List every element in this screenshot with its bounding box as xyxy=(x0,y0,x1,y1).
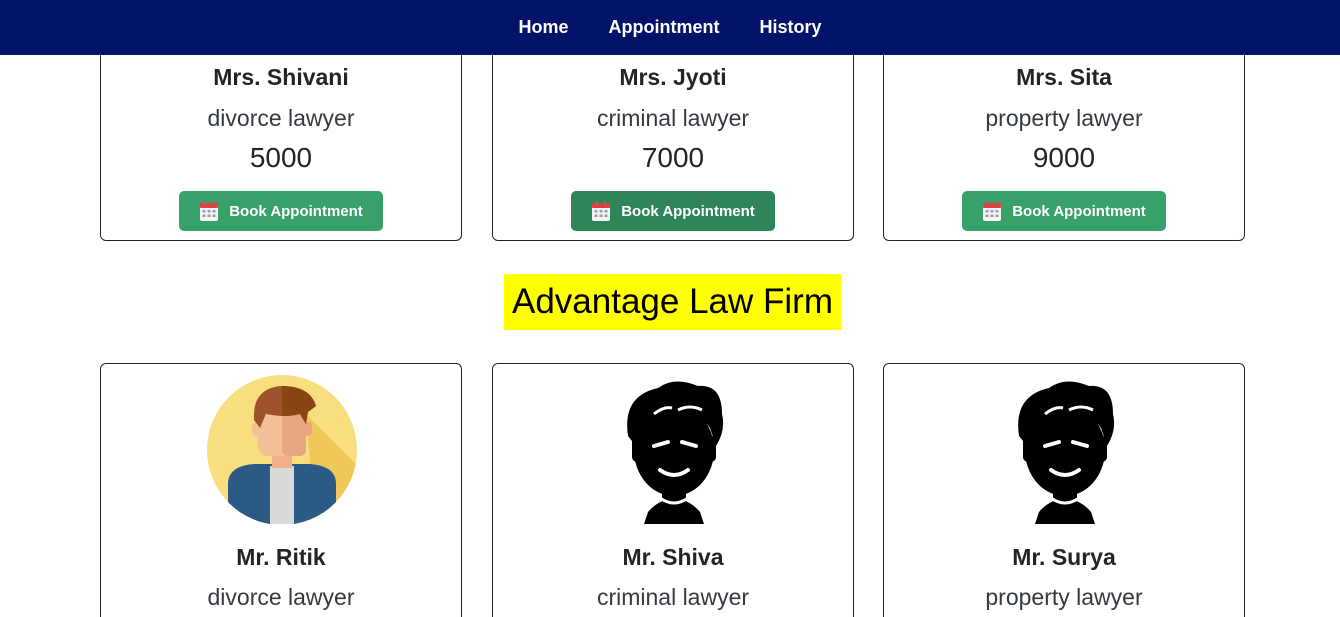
book-appointment-button[interactable]: Book Appointment xyxy=(571,191,775,231)
book-appointment-label: Book Appointment xyxy=(1012,202,1146,220)
lawyer-specialty: divorce lawyer xyxy=(207,584,355,610)
lawyer-fee: 7000 xyxy=(641,142,705,173)
lawyer-name: Mr. Ritik xyxy=(236,544,326,570)
nav-home-link[interactable]: Home xyxy=(518,17,568,38)
male-avatar-silhouette-icon xyxy=(1018,381,1115,524)
lawyer-fee: 5000 xyxy=(249,142,313,173)
lawyer-specialty: divorce lawyer xyxy=(207,105,355,131)
firm-title: Advantage Law Firm xyxy=(504,274,841,330)
lawyer-fee: 9000 xyxy=(1032,142,1096,173)
lawyer-card: Mrs. Jyoti criminal lawyer 7000 Book App… xyxy=(492,30,854,241)
lawyer-name: Mrs. Jyoti xyxy=(619,64,727,90)
calendar-icon xyxy=(983,201,1002,221)
lawyer-specialty: property lawyer xyxy=(985,584,1143,610)
male-avatar-colored-icon xyxy=(207,375,357,524)
nav-history-link[interactable]: History xyxy=(759,17,821,38)
lawyer-name: Mr. Surya xyxy=(1012,544,1116,570)
calendar-icon xyxy=(200,201,219,221)
lawyer-card: Mrs. Sita property lawyer 9000 Book Appo… xyxy=(883,30,1245,241)
lawyer-card: Mr. Ritik divorce lawyer xyxy=(100,363,462,617)
lawyer-specialty: criminal lawyer xyxy=(596,105,750,131)
lawyer-card: Mr. Surya property lawyer xyxy=(883,363,1245,617)
book-appointment-button[interactable]: Book Appointment xyxy=(179,191,383,231)
book-appointment-label: Book Appointment xyxy=(621,202,755,220)
lawyer-name: Mrs. Shivani xyxy=(213,64,349,90)
lawyer-name: Mrs. Sita xyxy=(1016,64,1112,90)
book-appointment-button[interactable]: Book Appointment xyxy=(962,191,1166,231)
book-appointment-label: Book Appointment xyxy=(229,202,363,220)
calendar-icon xyxy=(592,201,611,221)
lawyer-card: Mr. Shiva criminal lawyer xyxy=(492,363,854,617)
top-navbar: Home Appointment History xyxy=(0,0,1340,55)
lawyer-name: Mr. Shiva xyxy=(622,544,724,570)
lawyer-card: Mrs. Shivani divorce lawyer 5000 Book Ap… xyxy=(100,30,462,241)
male-avatar-silhouette-icon xyxy=(627,381,724,524)
lawyer-specialty: property lawyer xyxy=(985,105,1143,131)
nav-appointment-link[interactable]: Appointment xyxy=(609,17,720,38)
lawyer-specialty: criminal lawyer xyxy=(596,584,750,610)
